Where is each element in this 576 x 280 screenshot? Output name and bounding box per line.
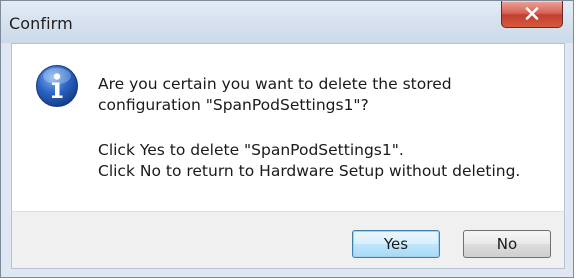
message-line: Are you certain you want to delete the s… (98, 75, 452, 93)
message-text: Are you certain you want to delete the s… (98, 74, 520, 182)
message-line: configuration "SpanPodSettings1"? (98, 96, 369, 114)
message-line: Click No to return to Hardware Setup wit… (98, 162, 521, 180)
information-icon (36, 65, 78, 107)
dialog-title: Confirm (9, 14, 73, 33)
dialog-content: Are you certain you want to delete the s… (11, 43, 565, 211)
button-bar: Yes No (11, 211, 565, 269)
confirm-dialog: Confirm Are you certain you want to dele… (0, 0, 574, 278)
close-button[interactable] (501, 1, 563, 28)
message-line: Click Yes to delete "SpanPodSettings1". (98, 141, 404, 159)
yes-button[interactable]: Yes (352, 230, 440, 258)
no-button[interactable]: No (463, 230, 551, 258)
close-icon (525, 7, 539, 20)
title-bar[interactable]: Confirm (1, 1, 573, 43)
